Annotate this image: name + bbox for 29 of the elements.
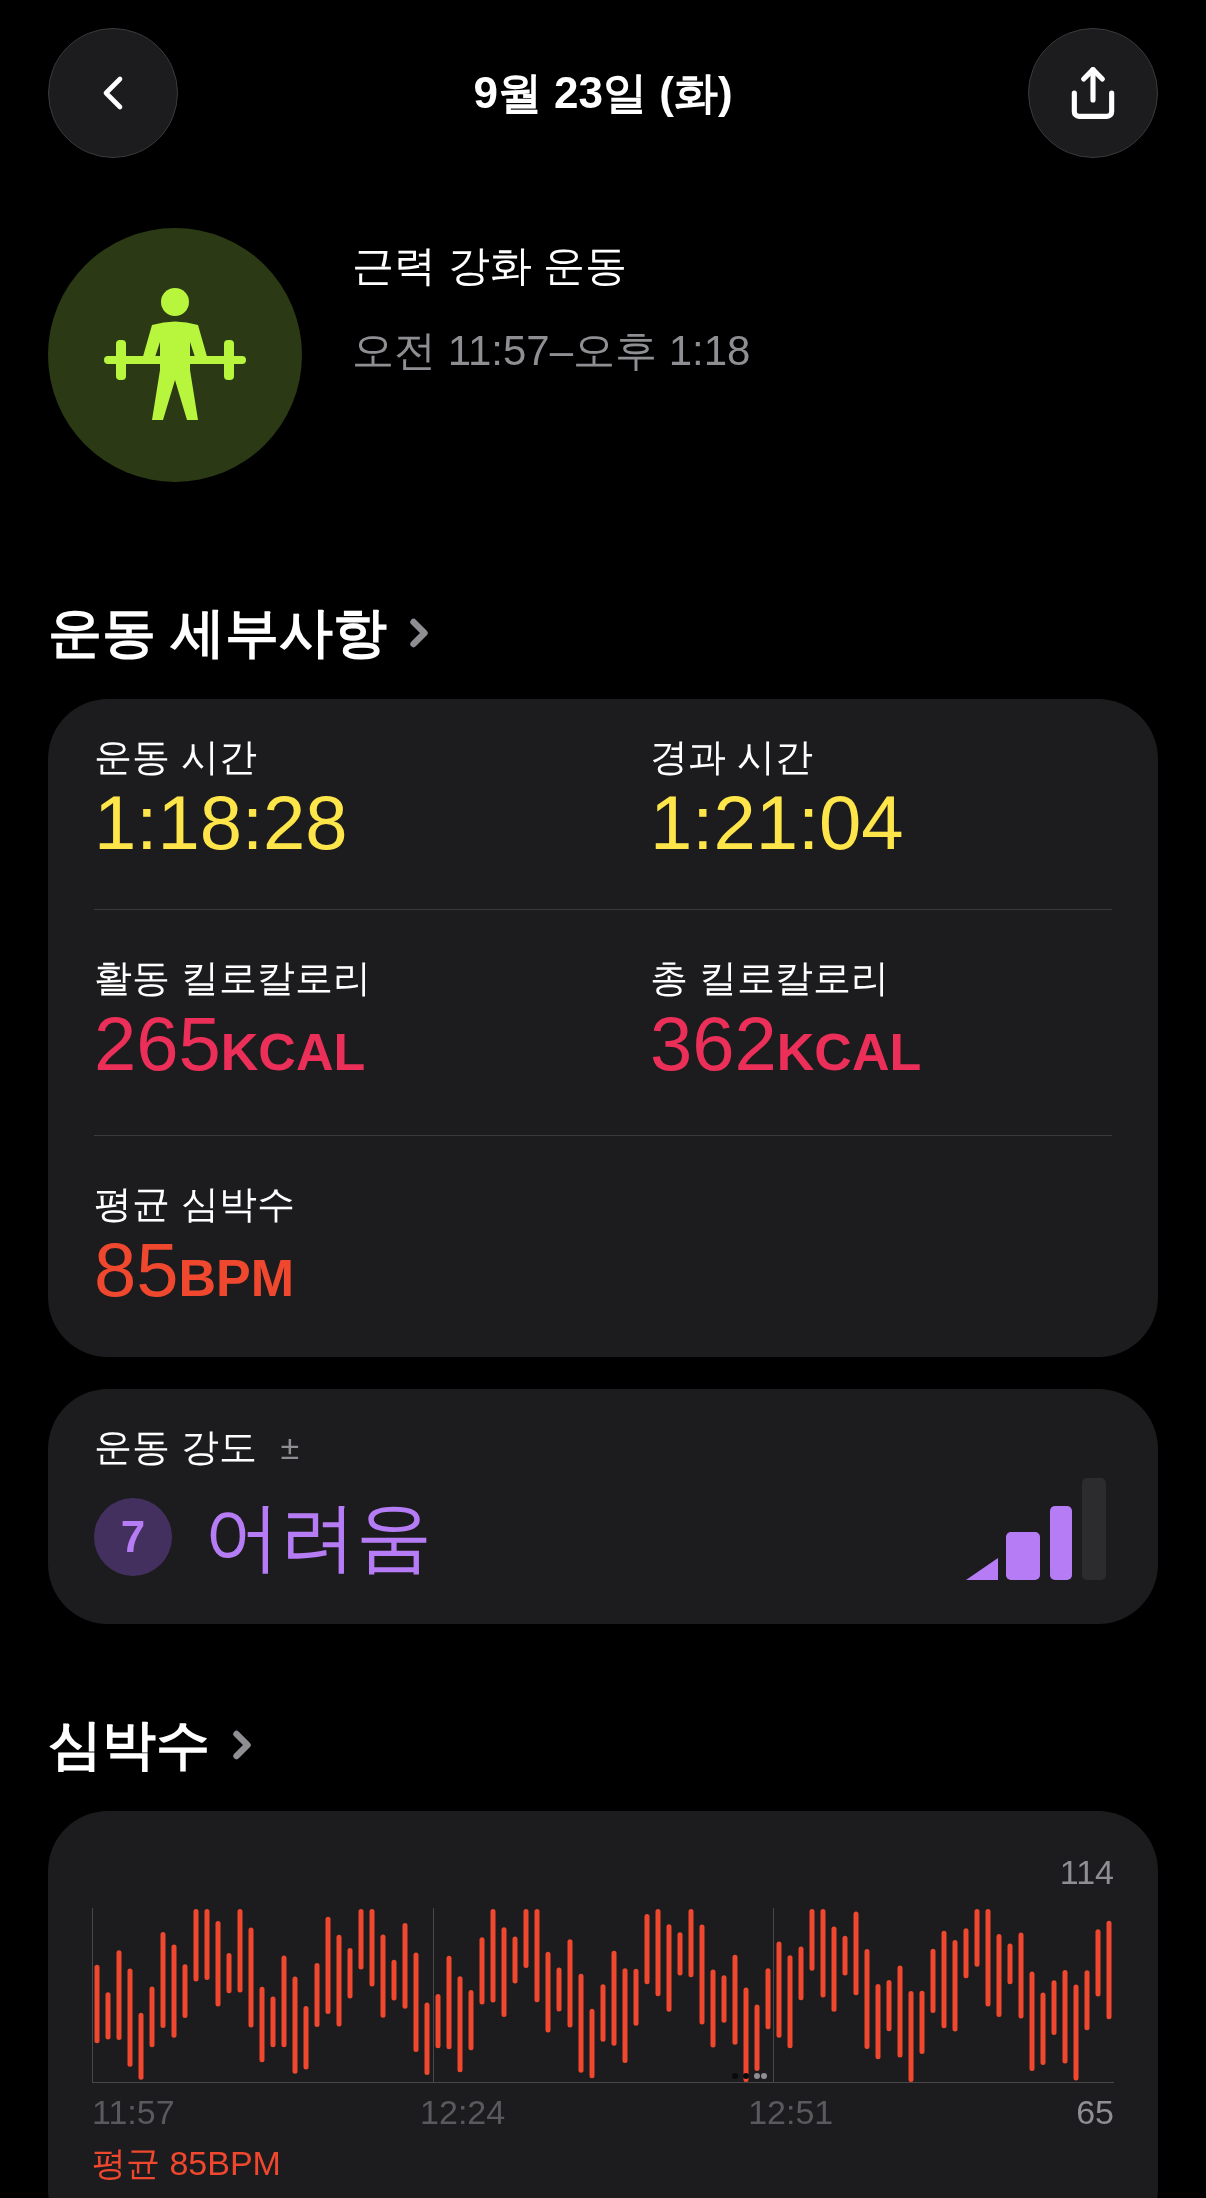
adjust-symbol[interactable]: ± — [280, 1422, 300, 1473]
metric-label: 활동 킬로칼로리 — [94, 956, 372, 1001]
time-axis-label: 11:57 — [92, 2092, 176, 2133]
workout-name: 근력 강화 운동 — [352, 241, 629, 291]
page-dots-icon — [731, 2072, 767, 2080]
page-title: 9월 23일 (화) — [473, 67, 733, 119]
time-axis-label: 12:51 — [748, 2092, 835, 2133]
metric-value: 362 — [650, 1002, 777, 1086]
metric-unit: KCAL — [220, 1022, 366, 1083]
metric-value: 265 — [94, 1002, 221, 1086]
intensity-rating: 어려움 — [204, 1493, 432, 1581]
metric-unit: BPM — [178, 1248, 295, 1309]
metric-label: 경과 시간 — [650, 735, 814, 780]
metric-label: 운동 시간 — [94, 735, 258, 780]
metric-unit: KCAL — [776, 1022, 922, 1083]
axis-min-label: 65 — [1076, 2092, 1114, 2133]
metric-value: 1:18:28 — [94, 781, 348, 865]
metric-value: 85 — [94, 1228, 179, 1312]
axis-max-label: 114 — [1059, 1852, 1114, 1893]
time-axis-label: 12:24 — [420, 2092, 507, 2133]
intensity-score: 7 — [94, 1498, 172, 1576]
intensity-label: 운동 강도 — [94, 1425, 257, 1470]
average-heart-rate: 평균 85BPM — [92, 2143, 282, 2184]
metric-value: 1:21:04 — [650, 781, 904, 865]
metric-label: 평균 심박수 — [94, 1182, 296, 1227]
section-heading-link[interactable]: 심박수 — [48, 1704, 264, 1785]
section-heading-link[interactable]: 운동 세부사항 — [48, 592, 441, 673]
metric-label: 총 킬로칼로리 — [650, 956, 890, 1001]
workout-time-range: 오전 11:57–오후 1:18 — [352, 326, 751, 376]
